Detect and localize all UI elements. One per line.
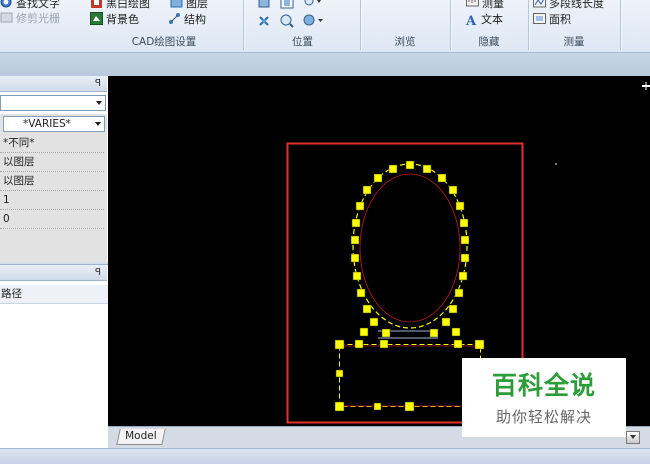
area-button[interactable]: 面积 (533, 12, 571, 28)
path-panel: ꟼ 路径 (0, 264, 108, 464)
status-bar (0, 448, 650, 464)
scroll-down-button[interactable] (626, 431, 640, 444)
structure-icon (168, 12, 181, 25)
properties-panel-titlebar: ꟼ (0, 76, 107, 92)
black-white-icon (90, 0, 103, 9)
tab-model-label: Model (125, 430, 157, 442)
trim-icon (0, 11, 13, 24)
measure-label: 测量 (482, 0, 504, 10)
property-row-linetype[interactable]: 以图层 (0, 153, 104, 172)
ribbon-bottom-strip (0, 53, 650, 76)
canvas-dot (555, 163, 557, 165)
find-text-label: 查找文字 (16, 0, 60, 10)
pin-icon[interactable]: ꟼ (95, 76, 101, 91)
property-row-lineweight[interactable]: 以图层 (0, 172, 104, 191)
rotate-icon[interactable] (257, 14, 271, 28)
trim-raster-button[interactable]: 修剪光栅 (0, 11, 60, 27)
browse-group-label: 浏览 (394, 36, 416, 48)
toilet-seat-inner (359, 173, 461, 323)
property-grid-empty (0, 240, 107, 262)
area-label: 面积 (549, 13, 571, 26)
black-white-drawing-button[interactable]: 黑白绘图 (90, 0, 150, 12)
area-icon (533, 12, 546, 25)
trim-raster-label: 修剪光栅 (16, 12, 60, 25)
ribbon: 查找文字 修剪光栅 黑白绘图 图层 背景色 结构 CAD绘图设置 位置 浏览 测… (0, 0, 650, 53)
chevron-down-icon (95, 122, 101, 126)
crosshair-cursor (642, 82, 650, 90)
position-group-label: 位置 (292, 36, 313, 48)
background-color-label: 背景色 (106, 13, 139, 26)
ribbon-separator (243, 0, 244, 50)
black-white-label: 黑白绘图 (106, 0, 150, 10)
text-icon: A (466, 14, 477, 29)
measure-group-label: 测量 (563, 36, 585, 48)
ribbon-separator (360, 0, 361, 50)
zoom-dropdown-icon[interactable] (303, 0, 323, 9)
pin-icon[interactable]: ꟼ (95, 265, 101, 280)
properties-panel: ꟼ *VARIES* *不同* 以图层 以图层 1 0 (0, 76, 108, 262)
selection-type-dropdown[interactable] (0, 95, 106, 111)
watermark-title: 百科全说 (491, 371, 596, 400)
ribbon-separator (528, 0, 529, 50)
polyline-length-button[interactable]: 多段线长度 (533, 0, 604, 12)
layer-button[interactable]: 图层 (170, 0, 208, 12)
hide-group-label: 隐藏 (478, 36, 500, 48)
tab-model[interactable]: Model (116, 429, 166, 445)
pan-icon[interactable] (257, 0, 271, 9)
path-row[interactable]: 路径 (0, 285, 108, 304)
property-grid: *不同* 以图层 以图层 1 0 (0, 134, 107, 240)
cad-settings-group-label: CAD绘图设置 (131, 36, 197, 48)
chevron-down-icon (96, 101, 102, 105)
property-row-thickness[interactable]: 0 (0, 210, 104, 229)
text-label: 文本 (481, 13, 503, 26)
layer-icon (170, 0, 183, 9)
watermark: 百科全说 助你轻松解决 (462, 358, 626, 437)
structure-label: 结构 (184, 13, 206, 26)
structure-button[interactable]: 结构 (168, 12, 206, 28)
toilet-tank (339, 344, 481, 407)
search-icon (0, 0, 13, 9)
combo-row: *VARIES* (0, 114, 107, 134)
zoom-extents-dropdown-icon[interactable] (303, 14, 325, 28)
ruler-icon (466, 0, 479, 9)
text-button[interactable]: A 文本 (466, 12, 503, 28)
background-color-icon (90, 12, 103, 25)
zoom-window-icon[interactable] (280, 0, 294, 9)
ribbon-separator (450, 0, 451, 50)
path-panel-titlebar: ꟼ (0, 265, 107, 281)
ribbon-separator (620, 0, 621, 50)
layer-label: 图层 (186, 0, 208, 10)
zoom-previous-icon[interactable] (280, 14, 294, 28)
varies-dropdown[interactable]: *VARIES* (3, 116, 105, 132)
background-color-button[interactable]: 背景色 (90, 12, 139, 28)
polyline-icon (533, 0, 546, 9)
property-row-color[interactable]: *不同* (0, 134, 104, 153)
measure-button[interactable]: 测量 (466, 0, 504, 12)
polyline-length-label: 多段线长度 (549, 0, 604, 10)
varies-value: *VARIES* (23, 118, 71, 130)
property-row-scale[interactable]: 1 (0, 191, 104, 210)
watermark-subtitle: 助你轻松解决 (495, 408, 592, 426)
